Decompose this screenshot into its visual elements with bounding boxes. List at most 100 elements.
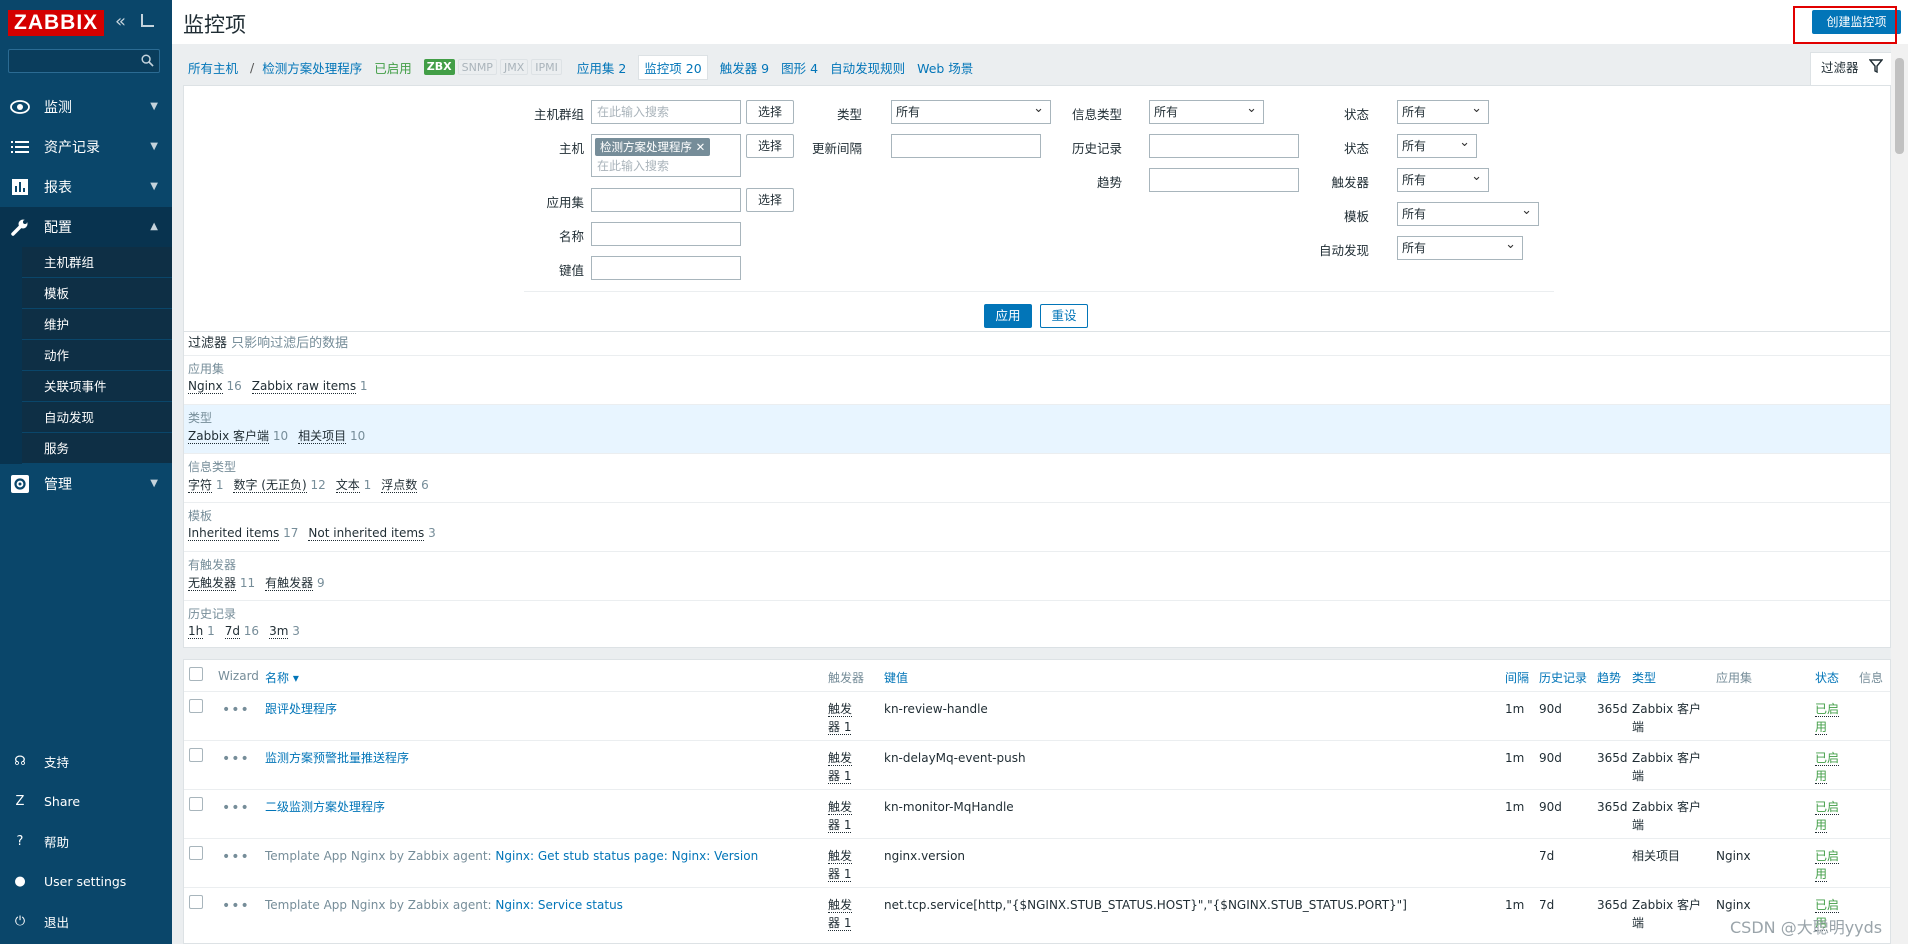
reset-button[interactable]: 重设	[1040, 304, 1088, 328]
submenu-host-groups[interactable]: 主机群组	[22, 247, 172, 278]
user-settings-link[interactable]: ● User settings	[0, 861, 172, 901]
update-interval-input[interactable]	[891, 134, 1041, 158]
nav-discovery-rules[interactable]: 自动发现规则	[830, 58, 905, 77]
nav-graphs[interactable]: 图形 4	[781, 58, 818, 77]
item-triggers[interactable]: 触发器 1	[828, 700, 853, 736]
trends-input[interactable]	[1149, 168, 1299, 192]
sign-out-link[interactable]: ⏻ 退出	[0, 901, 172, 941]
header-history[interactable]: 历史记录	[1539, 669, 1587, 686]
remove-chip-icon[interactable]: ✕	[696, 140, 706, 154]
discovery-select[interactable]: 所有	[1397, 234, 1523, 260]
header-type[interactable]: 类型	[1632, 669, 1656, 686]
subfilter-item[interactable]: 数字 (无正负) 12	[233, 476, 326, 493]
template-select[interactable]: 所有	[1397, 200, 1539, 226]
item-triggers[interactable]: 触发器 1	[828, 896, 853, 932]
menu-administration[interactable]: 管理 ▼	[0, 464, 172, 504]
wizard-dots-icon[interactable]: •••	[222, 849, 250, 865]
item-name[interactable]: Template App Nginx by Zabbix agent: Ngin…	[265, 847, 758, 865]
subfilter-item[interactable]: 相关项目 10	[298, 427, 365, 444]
row-checkbox[interactable]	[189, 748, 203, 762]
subfilter-item[interactable]: 7d 16	[224, 624, 259, 639]
submenu-maintenance[interactable]: 维护	[22, 309, 172, 340]
nav-web-scenarios[interactable]: Web 场景	[917, 58, 973, 77]
hosts-input[interactable]: 检测方案处理程序 ✕ 在此输入搜索	[591, 134, 741, 177]
subfilter-item[interactable]: Nginx 16	[188, 379, 242, 394]
subfilter-item[interactable]: 浮点数 6	[381, 476, 429, 493]
scrollbar-thumb[interactable]	[1895, 58, 1904, 154]
menu-reports[interactable]: 报表 ▼	[0, 167, 172, 207]
header-key[interactable]: 键值	[884, 669, 908, 686]
menu-inventory[interactable]: 资产记录 ▼	[0, 127, 172, 167]
subfilter-item[interactable]: Zabbix 客户端 10	[188, 427, 288, 444]
item-triggers[interactable]: 触发器 1	[828, 749, 853, 785]
item-status[interactable]: 已启用	[1815, 798, 1840, 834]
kiosk-mode-icon[interactable]	[141, 14, 154, 27]
nav-applications[interactable]: 应用集 2	[577, 58, 626, 77]
header-name[interactable]: 名称 ▾	[265, 669, 299, 686]
wizard-dots-icon[interactable]: •••	[222, 702, 250, 718]
breadcrumb-all-hosts[interactable]: 所有主机	[188, 58, 238, 77]
submenu-actions[interactable]: 动作	[22, 340, 172, 371]
nav-items[interactable]: 监控项 20	[638, 54, 708, 80]
row-checkbox[interactable]	[189, 895, 203, 909]
row-checkbox[interactable]	[189, 699, 203, 713]
collapse-sidebar-icon[interactable]: «	[115, 12, 126, 32]
filter-tab[interactable]: 过滤器	[1810, 52, 1892, 86]
row-checkbox[interactable]	[189, 797, 203, 811]
help-link[interactable]: ? 帮助	[0, 821, 172, 861]
subfilter-item[interactable]: Zabbix raw items 1	[251, 379, 368, 394]
item-name[interactable]: 二级监测方案处理程序	[265, 798, 385, 816]
subfilter-item[interactable]: Inherited items 17	[188, 526, 298, 541]
subfilter-item[interactable]: Not inherited items 3	[308, 526, 436, 541]
search-icon[interactable]	[141, 54, 154, 67]
key-input[interactable]	[591, 256, 741, 280]
select-all-checkbox[interactable]	[189, 667, 203, 681]
subfilter-item[interactable]: 有触发器 9	[265, 574, 325, 591]
item-triggers[interactable]: 触发器 1	[828, 798, 853, 834]
item-name[interactable]: Template App Nginx by Zabbix agent: Ngin…	[265, 896, 623, 914]
name-input[interactable]	[591, 222, 741, 246]
triggers-select[interactable]: 所有	[1397, 166, 1489, 192]
menu-monitoring[interactable]: 监测 ▼	[0, 87, 172, 127]
page-scrollbar[interactable]	[1891, 44, 1908, 944]
item-triggers[interactable]: 触发器 1	[828, 847, 853, 883]
header-status[interactable]: 状态	[1815, 669, 1839, 686]
submenu-event-correlation[interactable]: 关联项事件	[22, 371, 172, 402]
wizard-dots-icon[interactable]: •••	[222, 751, 250, 767]
select-host-groups-button[interactable]: 选择	[746, 100, 794, 124]
sidebar-search-input[interactable]	[8, 49, 160, 73]
submenu-services[interactable]: 服务	[22, 433, 172, 464]
apply-button[interactable]: 应用	[984, 304, 1032, 328]
breadcrumb-host[interactable]: 检测方案处理程序	[262, 58, 362, 77]
item-name[interactable]: 监测方案预警批量推送程序	[265, 749, 409, 767]
info-type-select[interactable]: 所有	[1149, 98, 1264, 124]
state-select[interactable]: 所有	[1397, 98, 1489, 124]
row-checkbox[interactable]	[189, 846, 203, 860]
share-link[interactable]: Z Share	[0, 781, 172, 821]
zabbix-logo[interactable]: ZABBIX	[8, 10, 105, 36]
item-status[interactable]: 已启用	[1815, 749, 1840, 785]
header-trends[interactable]: 趋势	[1597, 669, 1621, 686]
subfilter-item[interactable]: 字符 1	[188, 476, 223, 493]
applications-input[interactable]	[591, 188, 741, 212]
subfilter-item[interactable]: 3m 3	[269, 624, 300, 639]
subfilter-item[interactable]: 1h 1	[188, 624, 215, 639]
item-status[interactable]: 已启用	[1815, 847, 1840, 883]
wizard-dots-icon[interactable]: •••	[222, 898, 250, 914]
host-groups-input[interactable]: 在此输入搜索	[591, 100, 741, 124]
submenu-templates[interactable]: 模板	[22, 278, 172, 309]
subfilter-item[interactable]: 无触发器 11	[188, 574, 255, 591]
submenu-discovery[interactable]: 自动发现	[22, 402, 172, 433]
type-select[interactable]: 所有	[891, 98, 1051, 124]
header-interval[interactable]: 间隔	[1505, 669, 1529, 686]
item-status[interactable]: 已启用	[1815, 700, 1840, 736]
support-link[interactable]: ☊ 支持	[0, 741, 172, 781]
status-select[interactable]: 所有	[1397, 132, 1477, 158]
history-input[interactable]	[1149, 134, 1299, 158]
menu-configuration[interactable]: 配置 ▲	[0, 207, 172, 247]
item-name[interactable]: 跟评处理程序	[265, 700, 337, 718]
subfilter-item[interactable]: 文本 1	[335, 476, 371, 493]
select-applications-button[interactable]: 选择	[746, 188, 794, 212]
nav-triggers[interactable]: 触发器 9	[720, 58, 769, 77]
wizard-dots-icon[interactable]: •••	[222, 800, 250, 816]
